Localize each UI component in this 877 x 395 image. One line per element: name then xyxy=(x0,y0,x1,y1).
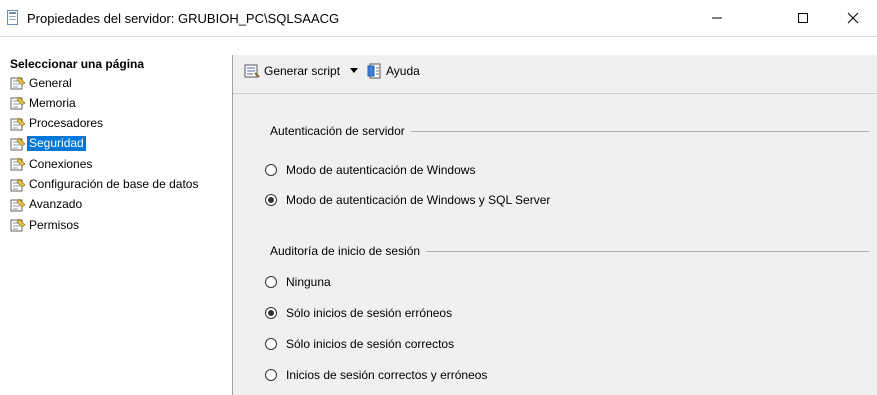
page-item[interactable]: Procesadores xyxy=(10,116,105,132)
radio-label: Ninguna xyxy=(286,275,331,289)
radio-label: Modo de autenticación de Windows xyxy=(286,163,476,177)
help-button[interactable]: Ayuda xyxy=(367,63,420,79)
login-audit-option[interactable]: Sólo inicios de sesión correctos xyxy=(265,337,454,351)
app-icon xyxy=(7,10,18,25)
maximize-button[interactable] xyxy=(780,0,826,36)
generate-script-dropdown[interactable] xyxy=(350,68,358,73)
generate-script-button[interactable]: Generar script xyxy=(243,63,340,79)
page-item-label: Memoria xyxy=(29,95,76,110)
radio-label: Sólo inicios de sesión correctos xyxy=(286,337,455,351)
page-item-label: Permisos xyxy=(29,217,80,232)
page-icon xyxy=(10,157,26,171)
script-icon xyxy=(244,64,260,78)
login-audit-title: Auditoría de inicio de sesión xyxy=(270,244,427,258)
radio-button[interactable] xyxy=(265,307,277,319)
maximize-icon xyxy=(798,13,808,23)
page-item-label: Seguridad xyxy=(27,136,86,152)
page-icon xyxy=(10,76,26,90)
dropdown-arrow-icon xyxy=(350,68,358,73)
page-item[interactable]: Configuración de base de datos xyxy=(10,177,200,193)
page-icon xyxy=(10,178,26,191)
page-icon xyxy=(10,218,26,232)
help-label: Ayuda xyxy=(386,64,420,78)
toolbar: Generar script Ayuda xyxy=(233,55,877,94)
radio-button[interactable] xyxy=(265,276,277,288)
close-button[interactable] xyxy=(829,0,877,36)
page-item[interactable]: Avanzado xyxy=(10,197,84,213)
window-title: Propiedades del servidor: GRUBIOH_PC\SQL… xyxy=(27,11,340,26)
generate-script-label: Generar script xyxy=(264,64,341,78)
page-item-label: Procesadores xyxy=(29,116,104,131)
page-item[interactable]: Permisos xyxy=(10,217,81,233)
page-selector-pane: Seleccionar una página General Memoria Pro… xyxy=(8,55,233,395)
server-auth-title: Autenticación de servidor xyxy=(270,124,411,138)
login-audit-option[interactable]: Inicios de sesión correctos y erróneos xyxy=(265,368,487,382)
radio-label: Modo de autenticación de Windows y SQL S… xyxy=(286,193,551,207)
page-icon xyxy=(10,117,26,131)
server-auth-option[interactable]: Modo de autenticación de Windows xyxy=(265,163,475,177)
page-item[interactable]: Seguridad xyxy=(10,136,86,152)
page-selector-header: Seleccionar una página xyxy=(10,57,145,71)
page-item-label: General xyxy=(29,75,72,90)
radio-button[interactable] xyxy=(265,164,277,176)
page-item-label: Avanzado xyxy=(29,197,83,212)
page-item[interactable]: General xyxy=(10,75,74,91)
page-item-label: Configuración de base de datos xyxy=(29,177,199,191)
minimize-button[interactable] xyxy=(694,0,740,36)
page-item-label: Conexiones xyxy=(29,156,93,171)
page-icon xyxy=(10,137,26,151)
server-auth-option[interactable]: Modo de autenticación de Windows y SQL S… xyxy=(265,193,550,207)
login-audit-option[interactable]: Sólo inicios de sesión erróneos xyxy=(265,306,452,320)
page-icon xyxy=(10,96,26,110)
title-bar: Propiedades del servidor: GRUBIOH_PC\SQL… xyxy=(0,0,877,37)
login-audit-option[interactable]: Ninguna xyxy=(265,275,331,289)
page-item[interactable]: Memoria xyxy=(10,95,78,111)
radio-button[interactable] xyxy=(265,338,277,350)
radio-button[interactable] xyxy=(265,194,277,206)
radio-label: Sólo inicios de sesión erróneos xyxy=(286,306,453,320)
page-icon xyxy=(10,198,26,212)
radio-button[interactable] xyxy=(265,369,277,381)
security-page: Autenticación de servidor Modo de autent… xyxy=(233,94,877,395)
help-icon xyxy=(367,63,381,79)
minimize-icon xyxy=(712,17,722,19)
radio-label: Inicios de sesión correctos y erróneos xyxy=(286,368,488,382)
page-item[interactable]: Conexiones xyxy=(10,156,94,172)
close-icon xyxy=(847,12,859,24)
